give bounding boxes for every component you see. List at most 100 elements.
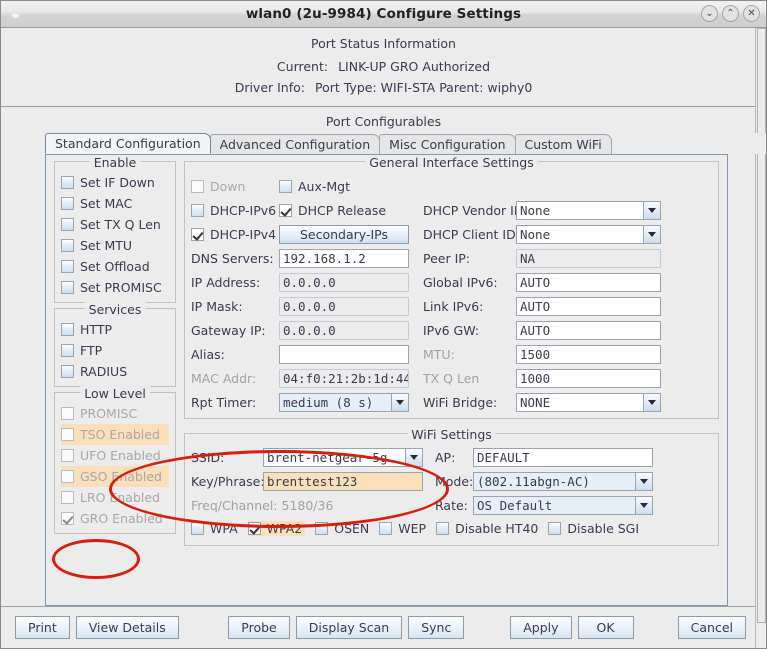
checkbox-gro-enabled: GRO Enabled xyxy=(61,508,169,529)
checkbox-set-offload[interactable]: Set Offload xyxy=(61,256,169,277)
checkbox-box[interactable] xyxy=(548,521,562,535)
checkbox-box[interactable] xyxy=(436,521,450,535)
mtu-input[interactable]: 1500 xyxy=(516,344,661,364)
tab-advanced-configuration[interactable]: Advanced Configuration xyxy=(209,134,381,154)
gateway-ip-input[interactable]: 0.0.0.0 xyxy=(279,320,409,340)
rate-select[interactable]: OS Default xyxy=(473,495,653,515)
sync-button[interactable]: Sync xyxy=(408,616,465,639)
dhcp-vendor-id-select[interactable]: None xyxy=(516,200,661,220)
checkbox-label: Set PROMISC xyxy=(80,280,162,295)
checkbox-radius[interactable]: RADIUS xyxy=(61,361,169,382)
checkbox-dhcp-ipv4[interactable]: DHCP-IPv4 xyxy=(191,227,279,242)
chevron-down-icon[interactable] xyxy=(643,393,660,411)
ip-address-input[interactable]: 0.0.0.0 xyxy=(279,272,409,292)
checkbox-disable-sgi[interactable]: Disable SGI xyxy=(548,521,639,536)
low-level-group-legend: Low Level xyxy=(80,386,150,401)
close-icon[interactable]: ✕ xyxy=(743,5,760,22)
checkbox-box[interactable] xyxy=(61,260,74,273)
checkbox-label: DHCP-IPv6 xyxy=(210,202,277,218)
checkbox-box[interactable] xyxy=(61,218,74,231)
chevron-down-icon[interactable] xyxy=(635,472,652,490)
checkbox-wpa[interactable]: WPA xyxy=(191,521,238,536)
secondary-ips-button[interactable]: Secondary-IPs xyxy=(279,224,409,244)
minimize-icon[interactable]: ⌄ xyxy=(701,5,718,22)
checkbox-http[interactable]: HTTP xyxy=(61,319,169,340)
chevron-down-icon[interactable] xyxy=(405,448,422,466)
maximize-icon[interactable]: ⌃ xyxy=(722,5,739,22)
checkbox-box[interactable] xyxy=(379,521,393,535)
tab-misc-configuration[interactable]: Misc Configuration xyxy=(379,134,516,154)
checkbox-set-mac[interactable]: Set MAC xyxy=(61,193,169,214)
alias-row: Alias: MTU: 1500 xyxy=(191,342,712,366)
alias-input[interactable] xyxy=(279,344,409,364)
checkbox-set-mtu[interactable]: Set MTU xyxy=(61,235,169,256)
port-status-driver-row: Driver Info: Port Type: WIFI-STA Parent:… xyxy=(1,77,766,98)
dhcp-client-id-select[interactable]: None xyxy=(516,224,661,244)
checkbox-dhcp-ipv6[interactable]: DHCP-IPv6 xyxy=(191,203,279,218)
display-scan-button[interactable]: Display Scan xyxy=(295,616,403,639)
mtu-label: MTU: xyxy=(423,346,455,362)
wifi-bridge-select[interactable]: NONE xyxy=(516,392,661,412)
checkbox-wpa2[interactable]: WPA2 xyxy=(247,520,306,536)
ssid-select[interactable]: brent-netgear-5g xyxy=(263,447,423,467)
chevron-down-icon[interactable] xyxy=(643,225,660,243)
checkbox-aux-mgt[interactable]: Aux-Mgt xyxy=(279,179,350,194)
chevron-down-icon[interactable] xyxy=(635,496,652,514)
checkbox-label: GRO Enabled xyxy=(80,511,163,526)
checkbox-box[interactable] xyxy=(61,176,74,189)
checkbox-label: Disable SGI xyxy=(567,520,640,536)
checkbox-osen[interactable]: OSEN xyxy=(315,521,369,536)
tab-standard-configuration[interactable]: Standard Configuration xyxy=(45,133,211,154)
checkbox-box[interactable] xyxy=(247,521,261,535)
key-phrase-row: Key/Phrase: brenttest123 Mode: (802.11ab… xyxy=(191,469,712,493)
mode-select[interactable]: (802.11abgn-AC) xyxy=(473,471,653,491)
checkbox-set-if-down[interactable]: Set IF Down xyxy=(61,172,169,193)
key-phrase-input[interactable]: brenttest123 xyxy=(263,471,423,491)
port-status-panel: Port Status Information Current: LINK-UP… xyxy=(1,28,766,107)
rpt-timer-select[interactable]: medium (8 s) xyxy=(279,392,409,412)
checkbox-set-tx-q-len[interactable]: Set TX Q Len xyxy=(61,214,169,235)
window-menu-icon[interactable] xyxy=(12,13,19,18)
print-button[interactable]: Print xyxy=(15,616,70,639)
checkbox-label: WPA xyxy=(210,520,238,536)
ipv6-gw-input[interactable]: AUTO xyxy=(516,320,661,340)
checkbox-box[interactable] xyxy=(61,197,74,210)
checkbox-set-promisc[interactable]: Set PROMISC xyxy=(61,277,169,298)
ip-mask-input[interactable]: 0.0.0.0 xyxy=(279,296,409,316)
tx-q-len-input[interactable]: 1000 xyxy=(516,368,661,388)
wifi-bridge-label: WiFi Bridge: xyxy=(423,394,498,410)
ap-input[interactable]: DEFAULT xyxy=(473,447,653,467)
checkbox-box[interactable] xyxy=(61,323,74,336)
checkbox-box[interactable] xyxy=(279,179,292,193)
dns-servers-input[interactable]: 192.168.1.2 xyxy=(279,248,409,268)
checkbox-box[interactable] xyxy=(61,239,74,252)
scrollbar-thumb[interactable] xyxy=(757,28,766,624)
checkbox-box[interactable] xyxy=(191,227,204,241)
checkbox-disable-ht40[interactable]: Disable HT40 xyxy=(436,521,538,536)
chevron-down-icon[interactable] xyxy=(643,201,660,219)
port-status-current-row: Current: LINK-UP GRO Authorized xyxy=(1,56,766,77)
checkbox-ftp[interactable]: FTP xyxy=(61,340,169,361)
link-ipv6-input[interactable]: AUTO xyxy=(516,296,661,316)
cancel-button[interactable]: Cancel xyxy=(677,616,746,639)
checkbox-box xyxy=(61,470,74,483)
apply-button[interactable]: Apply xyxy=(510,616,572,639)
checkbox-box[interactable] xyxy=(315,521,329,535)
checkbox-box[interactable] xyxy=(61,365,74,378)
current-value: LINK-UP GRO Authorized xyxy=(338,59,491,74)
freq-rate-row: Freq/Channel: 5180/36 Rate: OS Default xyxy=(191,493,712,517)
vertical-scrollbar[interactable] xyxy=(755,28,766,648)
checkbox-dhcp-release[interactable]: DHCP Release xyxy=(279,203,409,218)
checkbox-box[interactable] xyxy=(61,344,74,357)
checkbox-box[interactable] xyxy=(191,203,204,217)
probe-button[interactable]: Probe xyxy=(228,616,290,639)
checkbox-wep[interactable]: WEP xyxy=(379,521,426,536)
ok-button[interactable]: OK xyxy=(577,616,634,639)
checkbox-box[interactable] xyxy=(191,521,204,535)
view-details-button[interactable]: View Details xyxy=(75,616,179,639)
global-ipv6-input[interactable]: AUTO xyxy=(516,272,661,292)
chevron-down-icon[interactable] xyxy=(391,393,408,411)
checkbox-box[interactable] xyxy=(279,203,292,217)
checkbox-box[interactable] xyxy=(61,281,74,294)
tab-custom-wifi[interactable]: Custom WiFi xyxy=(514,134,612,154)
